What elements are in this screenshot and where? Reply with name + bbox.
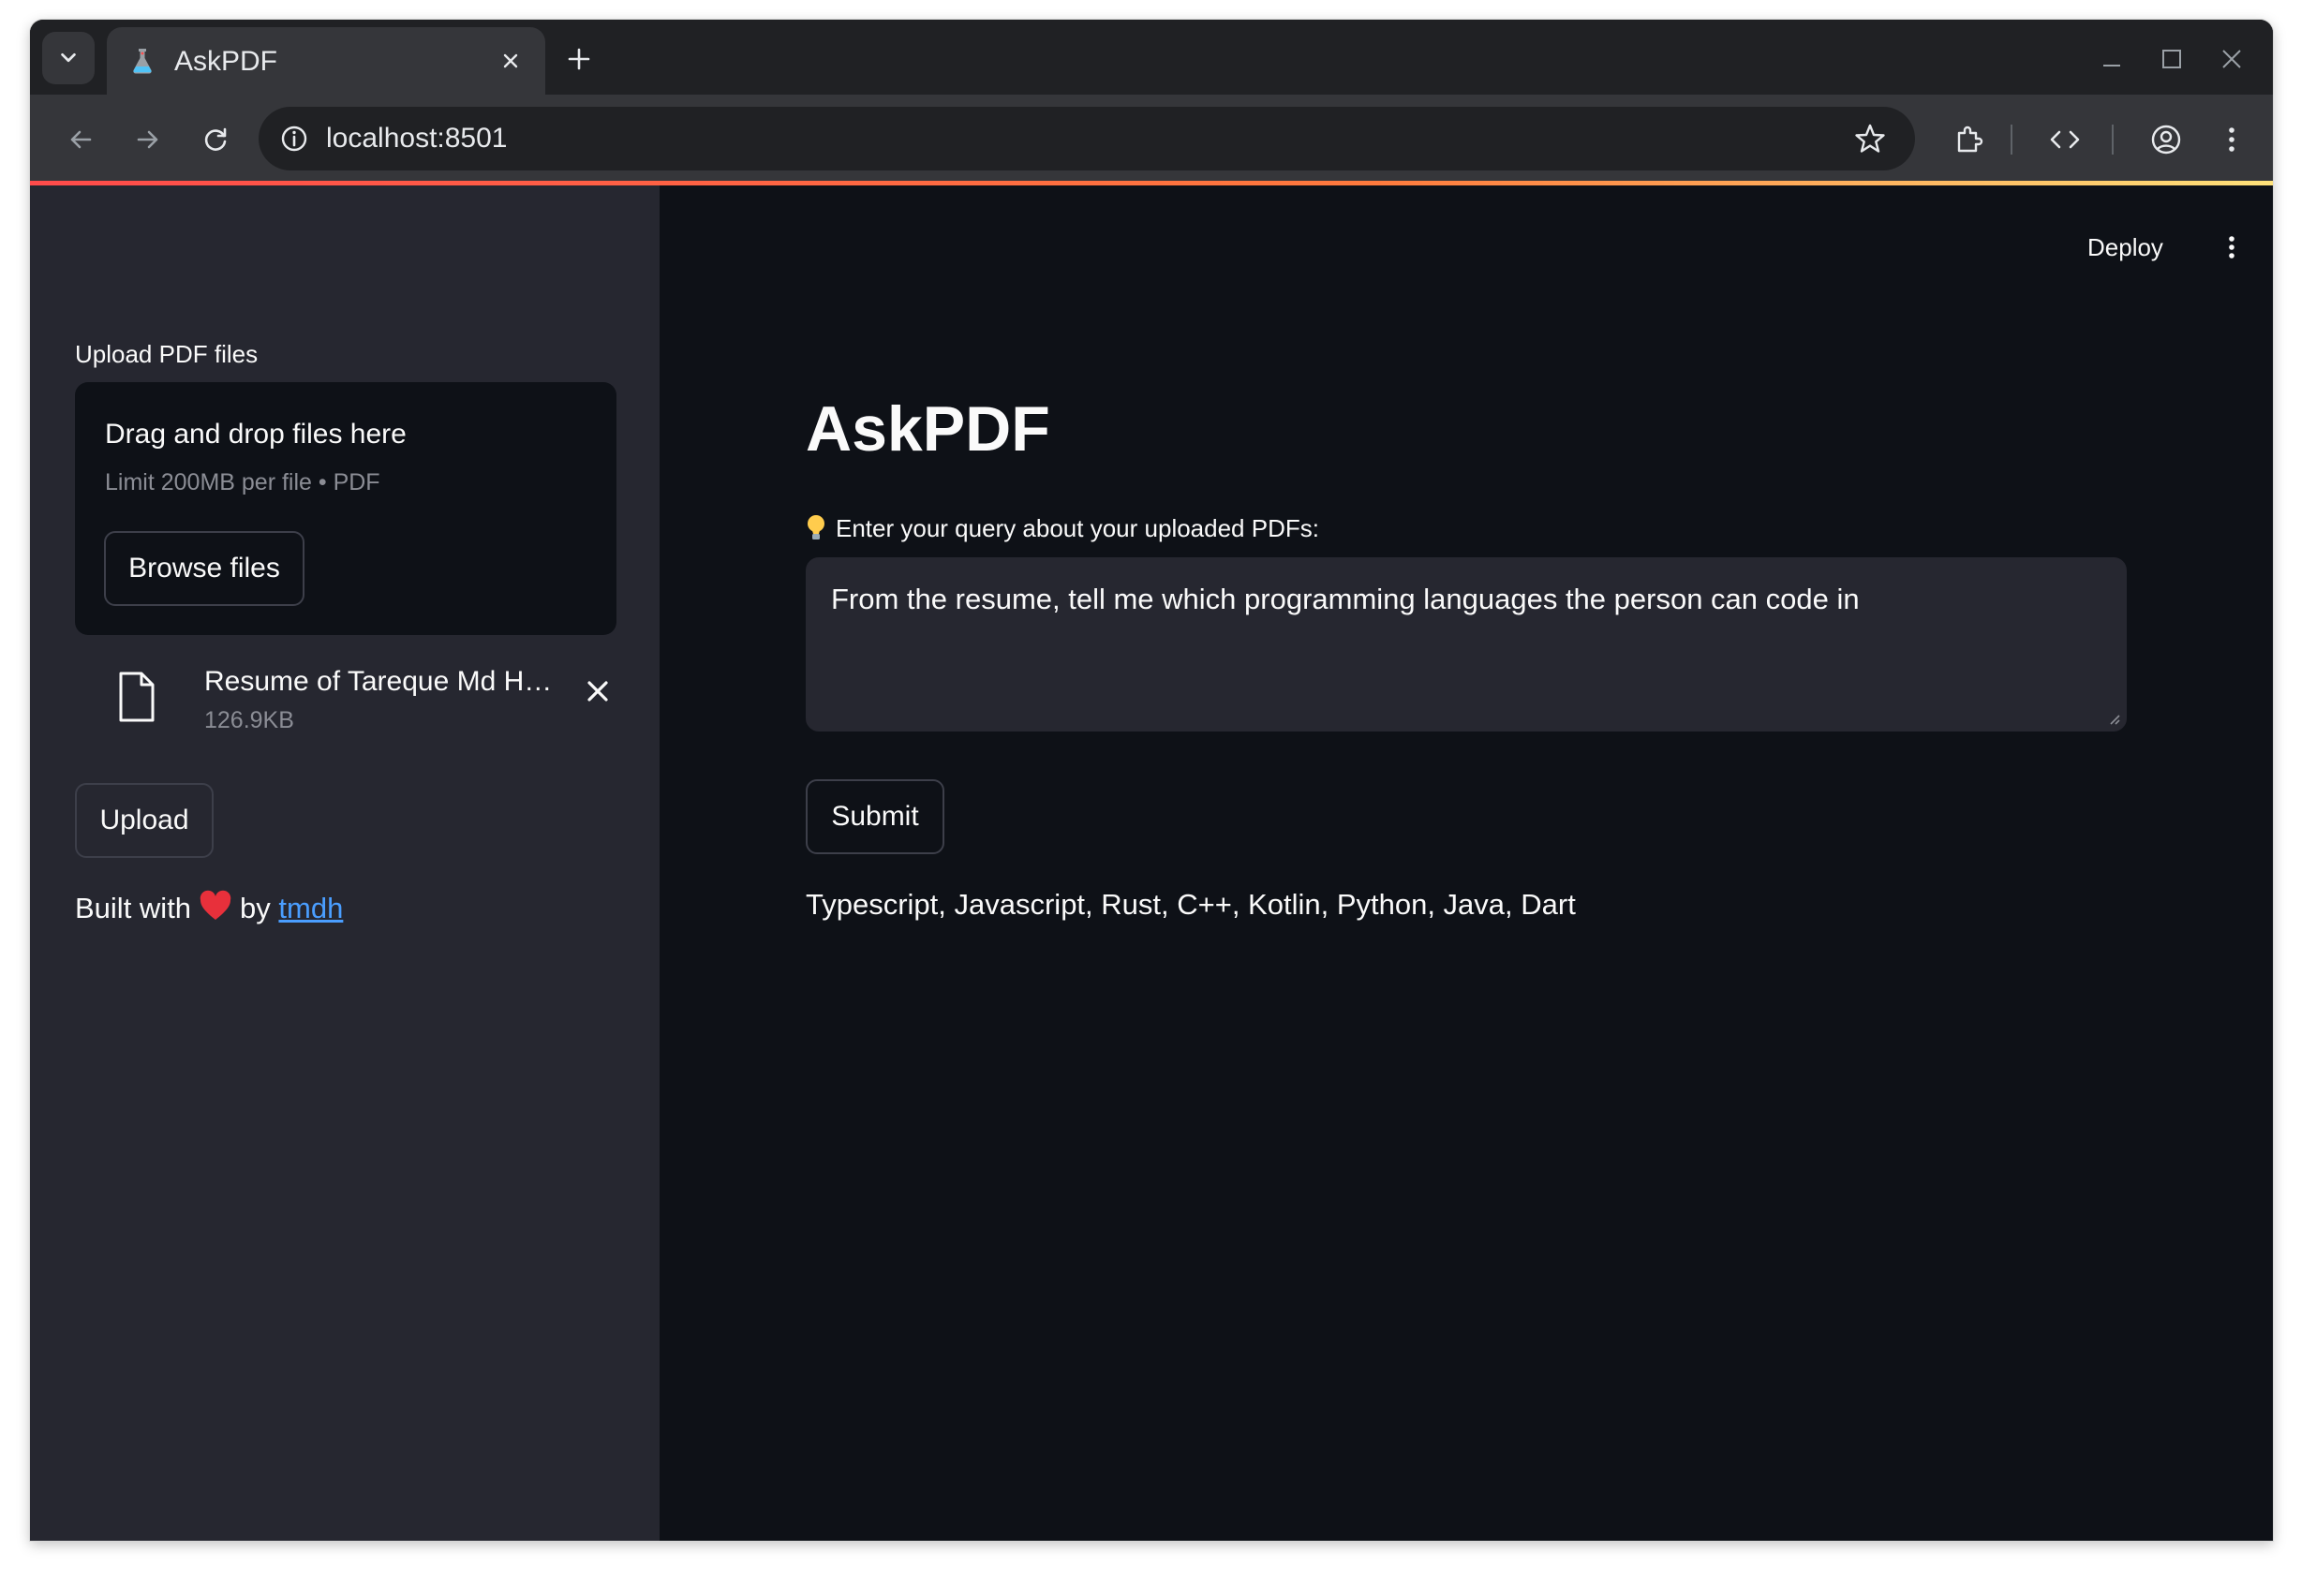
extensions-button[interactable] bbox=[1949, 119, 1990, 160]
file-dropzone[interactable]: Drag and drop files here Limit 200MB per… bbox=[75, 382, 616, 635]
sidebar: Upload PDF files Drag and drop files her… bbox=[30, 185, 660, 1541]
browse-files-button[interactable]: Browse files bbox=[104, 531, 304, 606]
tab-askpdf[interactable]: AskPDF bbox=[107, 27, 545, 95]
submit-button[interactable]: Submit bbox=[806, 779, 944, 854]
tab-close-button[interactable] bbox=[495, 45, 527, 77]
footer-prefix: Built with bbox=[75, 892, 192, 924]
toolbar-divider bbox=[2011, 125, 2012, 155]
query-label-text: Enter your query about your uploaded PDF… bbox=[836, 514, 1319, 542]
query-text: From the resume, tell me which programmi… bbox=[831, 583, 1860, 615]
maximize-icon bbox=[2162, 50, 2181, 68]
back-button[interactable] bbox=[58, 117, 103, 162]
minimize-button[interactable] bbox=[2093, 40, 2130, 78]
minimize-icon bbox=[2103, 65, 2120, 66]
toolbar-divider bbox=[2112, 125, 2114, 155]
query-textarea[interactable]: From the resume, tell me which programmi… bbox=[806, 557, 2127, 732]
author-link[interactable]: tmdh bbox=[278, 892, 343, 924]
query-label: Enter your query about your uploaded PDF… bbox=[806, 513, 1319, 543]
tab-search-button[interactable] bbox=[42, 32, 95, 84]
forward-button[interactable] bbox=[126, 117, 171, 162]
address-bar[interactable]: localhost:8501 bbox=[259, 107, 1915, 170]
page-title: AskPDF bbox=[806, 393, 1050, 465]
plus-icon bbox=[568, 48, 590, 70]
tab-title: AskPDF bbox=[174, 46, 278, 77]
browser-menu-button[interactable] bbox=[2211, 119, 2252, 160]
file-size: 126.9KB bbox=[204, 707, 294, 733]
deploy-button[interactable]: Deploy bbox=[2087, 232, 2163, 262]
file-name: Resume of Tareque Md H… bbox=[204, 666, 553, 697]
profile-icon bbox=[2151, 125, 2181, 155]
tab-strip: AskPDF bbox=[30, 20, 2273, 95]
extension-icon bbox=[1957, 126, 1983, 153]
close-icon bbox=[2222, 50, 2241, 68]
upload-button[interactable]: Upload bbox=[75, 783, 214, 858]
code-icon bbox=[2050, 130, 2080, 149]
remove-file-button[interactable] bbox=[579, 672, 616, 710]
lightbulb-icon bbox=[808, 515, 824, 539]
browser-window: AskPDF localhost:8501 Upload PDF files D… bbox=[30, 20, 2273, 1541]
forward-icon bbox=[137, 130, 158, 149]
app-menu-button[interactable] bbox=[2213, 229, 2250, 266]
devtools-button[interactable] bbox=[2044, 119, 2086, 160]
more-vert-icon bbox=[2229, 236, 2234, 259]
profile-button[interactable] bbox=[2145, 119, 2187, 160]
new-tab-button[interactable] bbox=[560, 40, 598, 78]
close-icon bbox=[503, 53, 518, 68]
url-text[interactable]: localhost:8501 bbox=[326, 122, 507, 155]
window-close-button[interactable] bbox=[2213, 40, 2250, 78]
info-icon[interactable] bbox=[279, 124, 309, 154]
footer-by: by bbox=[240, 892, 271, 924]
more-vert-icon bbox=[2229, 127, 2234, 152]
star-icon[interactable] bbox=[1853, 122, 1887, 155]
flask-icon bbox=[133, 49, 152, 74]
dropzone-limit: Limit 200MB per file • PDF bbox=[105, 469, 380, 495]
answer-text: Typescript, Javascript, Rust, C++, Kotli… bbox=[806, 888, 1576, 921]
dropzone-title: Drag and drop files here bbox=[105, 419, 407, 450]
reload-icon bbox=[204, 127, 227, 151]
reload-button[interactable] bbox=[193, 117, 238, 162]
maximize-button[interactable] bbox=[2153, 40, 2190, 78]
main-content: Deploy AskPDF Enter your query about you… bbox=[660, 185, 2273, 1541]
resize-grip-icon[interactable] bbox=[2107, 712, 2120, 725]
upload-label: Upload PDF files bbox=[75, 340, 259, 368]
chevron-down-icon bbox=[61, 52, 76, 63]
uploaded-file: Resume of Tareque Md H… 126.9KB bbox=[75, 654, 616, 747]
back-icon bbox=[70, 130, 92, 149]
footer-credit: Built with by tmdh bbox=[75, 890, 343, 931]
heart-icon bbox=[199, 890, 232, 931]
close-icon bbox=[587, 681, 608, 702]
streamlit-app: Upload PDF files Drag and drop files her… bbox=[30, 185, 2273, 1541]
browser-toolbar: localhost:8501 bbox=[30, 95, 2273, 185]
file-icon bbox=[119, 672, 155, 722]
